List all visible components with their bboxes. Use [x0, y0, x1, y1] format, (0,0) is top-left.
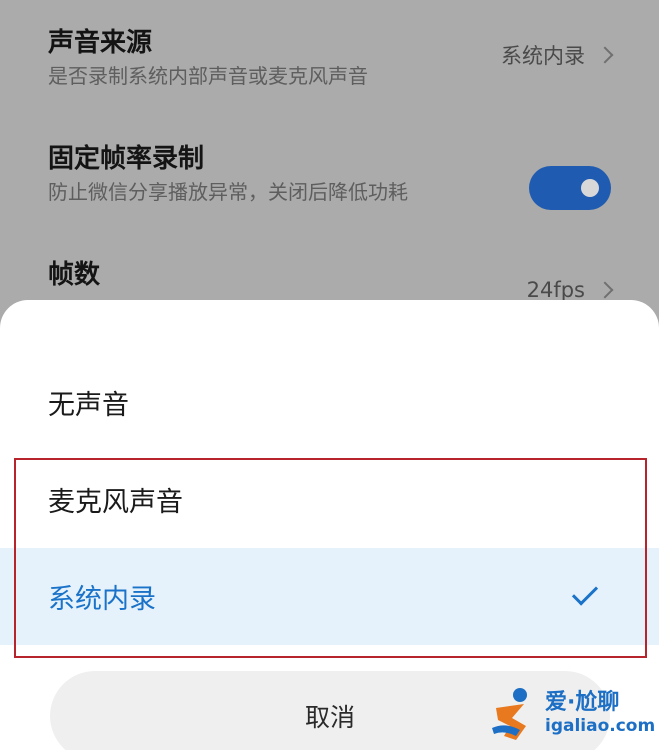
chevron-right-icon: [596, 46, 614, 64]
audio-source-row[interactable]: 声音来源 是否录制系统内部声音或麦克风声音 系统内录: [48, 26, 614, 90]
option-no-sound[interactable]: 无声音: [0, 354, 659, 451]
toggle-knob: [581, 179, 599, 197]
fixed-fps-row: 固定帧率录制 防止微信分享播放异常，关闭后降低功耗: [48, 142, 611, 210]
chevron-right-icon: [596, 281, 614, 299]
option-system-audio-label: 系统内录: [48, 584, 156, 615]
frame-rate-value-group: 24fps: [526, 278, 614, 302]
frame-rate-value: 24fps: [526, 278, 585, 302]
frame-rate-row[interactable]: 帧数 24fps: [48, 258, 614, 302]
watermark-line2: igaliao.com: [545, 716, 656, 736]
checkmark-icon: [571, 579, 599, 606]
audio-source-value-group: 系统内录: [501, 40, 614, 70]
watermark-line1: 爱·尬聊: [545, 690, 620, 715]
watermark-logo-icon: [492, 688, 527, 740]
fixed-fps-toggle[interactable]: [529, 166, 611, 210]
fixed-fps-title: 固定帧率录制: [48, 144, 205, 174]
fixed-fps-subtitle: 防止微信分享播放异常，关闭后降低功耗: [48, 180, 408, 204]
audio-source-value: 系统内录: [501, 44, 585, 68]
watermark: 爱·尬聊 igaliao.com: [490, 682, 655, 746]
option-microphone[interactable]: 麦克风声音: [0, 451, 659, 548]
option-system-audio[interactable]: 系统内录: [0, 548, 659, 645]
